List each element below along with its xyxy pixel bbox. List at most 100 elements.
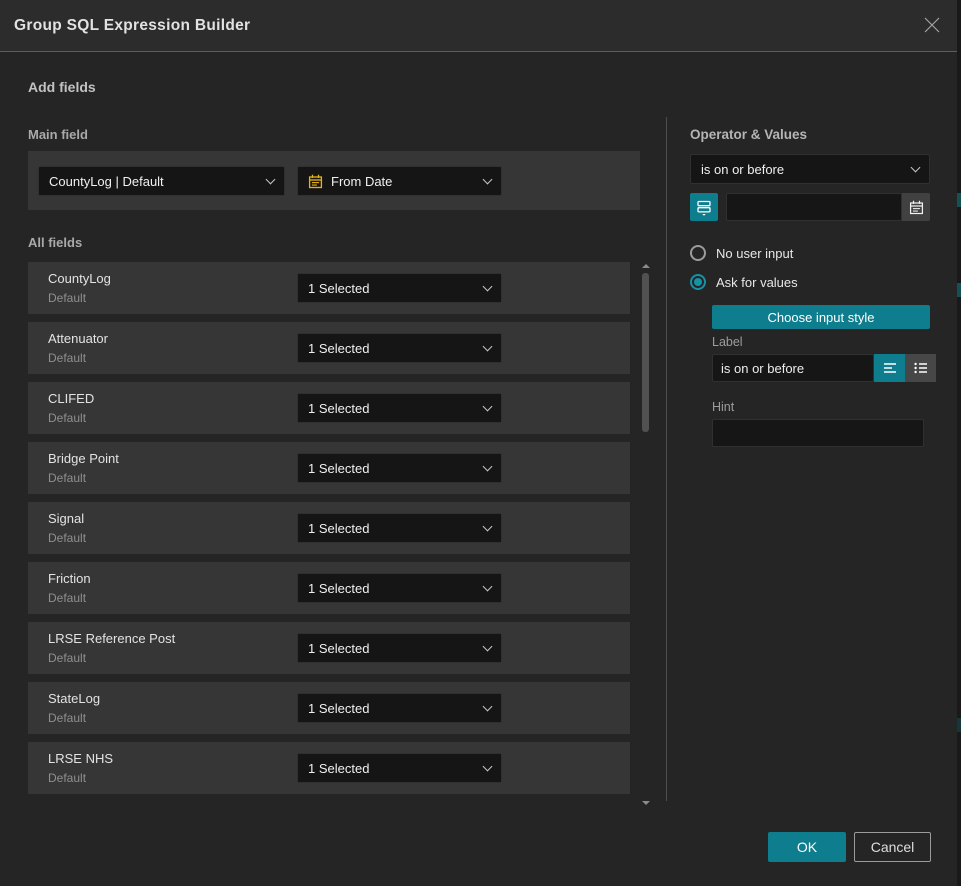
chevron-down-icon <box>483 342 493 352</box>
cancel-button[interactable]: Cancel <box>854 832 931 862</box>
label-input[interactable] <box>712 354 874 382</box>
background-page-sliver <box>957 0 961 886</box>
background-accent-speck <box>957 283 961 297</box>
field-sublabel: Default <box>48 411 86 425</box>
scrollbar-thumb[interactable] <box>642 273 649 432</box>
field-selection-dropdown[interactable]: 1 Selected <box>297 273 502 303</box>
field-name: StateLog <box>48 691 100 706</box>
selection-value: 1 Selected <box>308 401 369 416</box>
selection-value: 1 Selected <box>308 281 369 296</box>
panel-divider <box>666 117 667 801</box>
field-selection-dropdown[interactable]: 1 Selected <box>297 393 502 423</box>
radio-circle-icon <box>690 245 706 261</box>
layer-dropdown[interactable]: CountyLog | Default <box>38 166 285 196</box>
field-selection-dropdown[interactable]: 1 Selected <box>297 573 502 603</box>
chevron-down-icon <box>483 175 493 185</box>
field-sublabel: Default <box>48 351 86 365</box>
field-row-bridge-point: Bridge Point Default 1 Selected <box>28 442 630 494</box>
field-selection-dropdown[interactable]: 1 Selected <box>297 693 502 723</box>
chevron-down-icon <box>911 163 921 173</box>
scroll-up-icon[interactable] <box>642 264 650 268</box>
field-row-statelog: StateLog Default 1 Selected <box>28 682 630 734</box>
radio-no-user-input[interactable]: No user input <box>690 245 793 261</box>
date-value-input[interactable] <box>726 193 902 221</box>
chevron-down-icon <box>483 522 493 532</box>
field-row-lrse-nhs: LRSE NHS Default 1 Selected <box>28 742 630 794</box>
all-fields-heading: All fields <box>28 235 82 250</box>
field-sublabel: Default <box>48 531 86 545</box>
single-line-style-button[interactable] <box>874 354 905 382</box>
close-button[interactable] <box>922 16 942 36</box>
selection-value: 1 Selected <box>308 581 369 596</box>
field-name: CLIFED <box>48 391 94 406</box>
chevron-down-icon <box>483 402 493 412</box>
chevron-down-icon <box>483 582 493 592</box>
choose-input-style-button[interactable]: Choose input style <box>712 305 930 329</box>
field-row-clifed: CLIFED Default 1 Selected <box>28 382 630 434</box>
group-sql-expression-builder-dialog: Group SQL Expression Builder Add fields … <box>0 0 961 886</box>
chevron-down-icon <box>483 642 493 652</box>
align-left-icon <box>883 362 897 374</box>
selection-value: 1 Selected <box>308 641 369 656</box>
field-sublabel: Default <box>48 651 86 665</box>
field-sublabel: Default <box>48 771 86 785</box>
field-name: CountyLog <box>48 271 111 286</box>
selection-value: 1 Selected <box>308 341 369 356</box>
ok-button[interactable]: OK <box>768 832 846 862</box>
title-bar: Group SQL Expression Builder <box>0 0 957 52</box>
add-fields-heading: Add fields <box>28 79 96 95</box>
field-row-friction: Friction Default 1 Selected <box>28 562 630 614</box>
field-name: Bridge Point <box>48 451 119 466</box>
operator-dropdown[interactable]: is on or before <box>690 154 930 184</box>
dialog-title: Group SQL Expression Builder <box>14 0 250 52</box>
hint-input[interactable] <box>712 419 924 447</box>
field-name: Attenuator <box>48 331 108 346</box>
bulleted-list-icon <box>914 362 928 374</box>
radio-label: No user input <box>716 246 793 261</box>
chevron-down-icon <box>483 462 493 472</box>
chevron-down-icon <box>483 702 493 712</box>
field-selection-dropdown[interactable]: 1 Selected <box>297 633 502 663</box>
calendar-picker-button[interactable] <box>902 193 930 221</box>
selection-value: 1 Selected <box>308 521 369 536</box>
field-row-lrse-reference-post: LRSE Reference Post Default 1 Selected <box>28 622 630 674</box>
hint-caption: Hint <box>712 400 734 414</box>
main-field-dropdown[interactable]: From Date <box>297 166 502 196</box>
field-name: Friction <box>48 571 91 586</box>
radio-ask-for-values[interactable]: Ask for values <box>690 274 798 290</box>
close-icon <box>923 16 941 37</box>
field-name: LRSE NHS <box>48 751 113 766</box>
selection-value: 1 Selected <box>308 701 369 716</box>
chevron-down-icon <box>483 762 493 772</box>
field-selection-dropdown[interactable]: 1 Selected <box>297 333 502 363</box>
field-row-countylog: CountyLog Default 1 Selected <box>28 262 630 314</box>
operator-dropdown-value: is on or before <box>701 162 784 177</box>
field-sublabel: Default <box>48 291 86 305</box>
scroll-down-icon[interactable] <box>642 801 650 805</box>
field-selection-dropdown[interactable]: 1 Selected <box>297 513 502 543</box>
chevron-down-icon <box>483 282 493 292</box>
date-calendar-icon <box>308 174 323 189</box>
unique-values-button[interactable] <box>690 193 718 221</box>
fields-list-scrollbar[interactable] <box>641 261 652 808</box>
field-row-attenuator: Attenuator Default 1 Selected <box>28 322 630 374</box>
chevron-down-icon <box>266 175 276 185</box>
radio-selected-icon <box>690 274 706 290</box>
field-name: LRSE Reference Post <box>48 631 175 646</box>
field-sublabel: Default <box>48 471 86 485</box>
field-selection-dropdown[interactable]: 1 Selected <box>297 753 502 783</box>
calendar-picker-icon <box>909 200 924 215</box>
main-field-heading: Main field <box>28 127 88 142</box>
all-fields-list: CountyLog Default 1 Selected Attenuator … <box>28 262 630 802</box>
layer-dropdown-value: CountyLog | Default <box>49 174 164 189</box>
list-style-button[interactable] <box>905 354 936 382</box>
background-accent-speck <box>957 718 961 732</box>
field-sublabel: Default <box>48 711 86 725</box>
background-accent-speck <box>957 193 961 207</box>
field-selection-dropdown[interactable]: 1 Selected <box>297 453 502 483</box>
field-row-signal: Signal Default 1 Selected <box>28 502 630 554</box>
label-caption: Label <box>712 335 743 349</box>
unique-values-icon <box>696 199 712 216</box>
main-field-dropdown-value: From Date <box>331 174 392 189</box>
field-sublabel: Default <box>48 591 86 605</box>
